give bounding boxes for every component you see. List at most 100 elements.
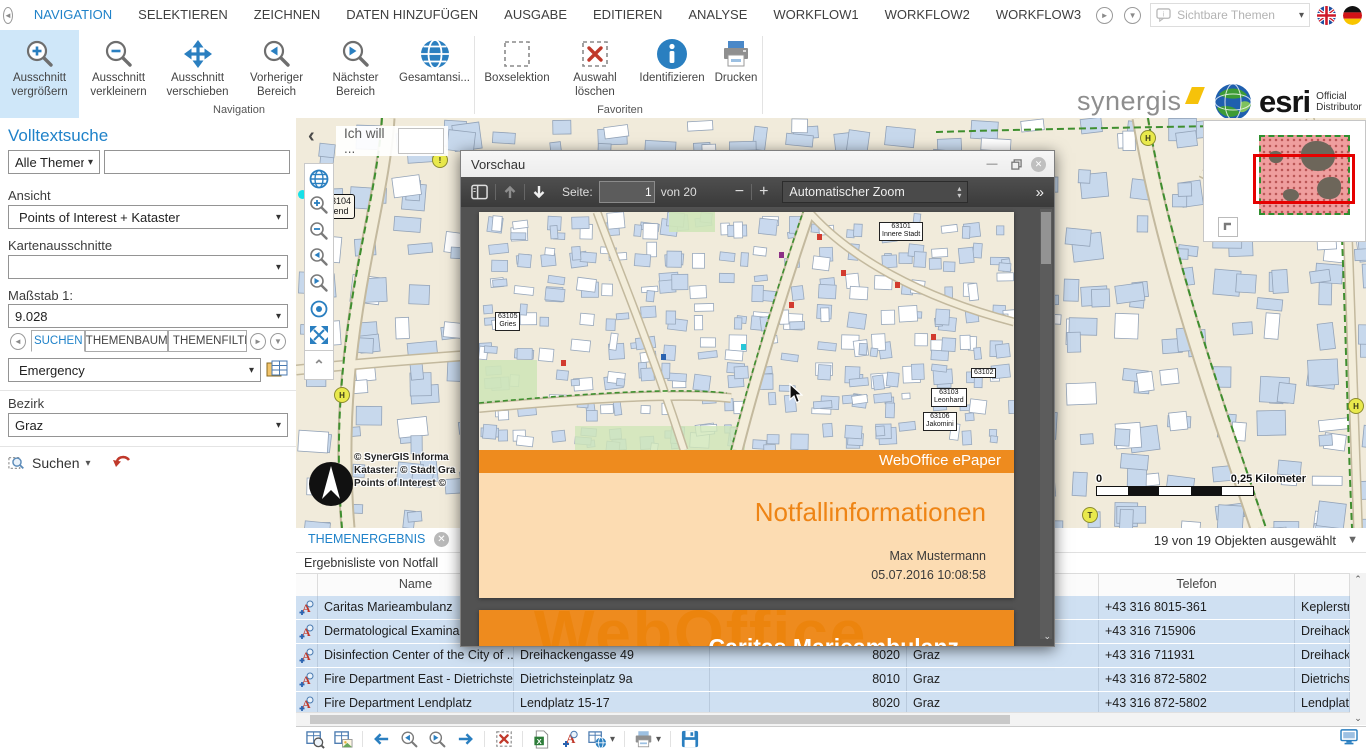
vertical-scrollbar[interactable]: ⌃ ⌄ <box>1350 573 1366 725</box>
pdf-export-icon[interactable]: A <box>560 730 579 749</box>
print-button[interactable]: Drucken <box>710 30 762 102</box>
tab-suchen[interactable]: SUCHEN <box>31 330 85 352</box>
full-extent-button[interactable]: Gesamtansi... <box>395 30 474 102</box>
menu-workflow3[interactable]: WORKFLOW3 <box>983 0 1094 30</box>
minimize-icon[interactable]: — <box>983 156 1001 172</box>
preview-content[interactable]: 63101Innere Stadt 63105Gries 63102 63103… <box>461 207 1054 646</box>
menu-scroll-left-icon[interactable]: ◄ <box>3 7 13 24</box>
tab-themenfilter[interactable]: THEMENFILTER <box>168 330 247 352</box>
full-extent-icon[interactable] <box>307 167 331 191</box>
save-results-icon[interactable] <box>680 730 699 749</box>
scroll-up-icon[interactable]: ⌃ <box>1354 575 1362 584</box>
next-extent-icon[interactable] <box>307 271 331 295</box>
scrollbar-thumb[interactable] <box>1041 212 1051 264</box>
zoom-in-page-icon[interactable]: + <box>759 183 768 201</box>
last-result-icon[interactable] <box>456 730 475 749</box>
menu-daten-hinzufuegen[interactable]: DATEN HINZUFÜGEN <box>333 0 491 30</box>
horizontal-scrollbar[interactable] <box>296 712 1350 726</box>
overview-collapse-icon[interactable] <box>1218 217 1238 237</box>
close-icon[interactable]: ✕ <box>1031 157 1046 172</box>
tab-themenbaum[interactable]: THEMENBAUM <box>85 330 167 352</box>
expand-extent-icon[interactable] <box>307 323 331 347</box>
previous-result-icon[interactable] <box>400 730 419 749</box>
excel-export-icon[interactable]: X <box>532 730 551 749</box>
restore-icon[interactable] <box>1007 156 1025 172</box>
massstab-select[interactable]: 9.028▾ <box>8 304 288 328</box>
chevron-down-icon[interactable]: ▼ <box>1347 534 1358 546</box>
suchen-button[interactable]: Suchen ▾ <box>8 454 91 472</box>
table-row[interactable]: A Disinfection Center of the City of ...… <box>296 644 1350 668</box>
clear-result-selection-icon[interactable] <box>494 730 513 749</box>
tabs-more-icon[interactable]: ▼ <box>270 333 286 350</box>
toolbar-collapse-icon[interactable]: ⌃ <box>304 350 334 380</box>
column-telefon[interactable]: Telefon <box>1099 574 1295 596</box>
georss-export-button[interactable]: ▾ <box>588 730 615 749</box>
table-export-image-icon[interactable] <box>334 730 353 749</box>
menu-navigation[interactable]: NAVIGATION <box>21 0 125 30</box>
theme-scope-select[interactable]: Alle Themen▾ <box>8 150 100 174</box>
extent-rectangle[interactable] <box>1253 154 1355 204</box>
ich-will-input[interactable] <box>398 128 444 154</box>
dialog-titlebar[interactable]: Vorschau — ✕ <box>461 151 1054 177</box>
visible-themes-select[interactable]: i Sichtbare Themen ▾ <box>1150 3 1310 27</box>
next-result-icon[interactable] <box>428 730 447 749</box>
page-up-icon[interactable] <box>503 185 517 199</box>
next-extent-button[interactable]: Nächster Bereich <box>316 30 395 102</box>
zoom-mode-select[interactable]: Automatischer Zoom ▴▾ <box>782 181 968 203</box>
menu-selektieren[interactable]: SELEKTIEREN <box>125 0 241 30</box>
menu-scroll-right-icon[interactable]: ► <box>1096 7 1113 24</box>
tabs-scroll-left-icon[interactable]: ◄ <box>10 333 26 350</box>
previous-extent-button[interactable]: Vorheriger Bereich <box>237 30 316 102</box>
table-search-icon[interactable] <box>306 730 325 749</box>
tab-themenergebnis[interactable]: THEMENERGEBNIS <box>308 532 425 546</box>
identify-button[interactable]: Identifizieren <box>634 30 710 102</box>
session-monitor-icon[interactable] <box>1340 729 1358 745</box>
print-results-button[interactable]: ▾ <box>634 730 661 748</box>
result-locate-icon[interactable]: A <box>296 644 318 667</box>
sidebar-collapse-icon[interactable]: ‹ <box>308 128 315 144</box>
scale-bar: 00,25 Kilometer <box>1096 473 1336 496</box>
zoom-out-page-icon[interactable]: − <box>735 183 744 201</box>
result-locate-icon[interactable]: A <box>296 596 318 619</box>
zoom-in-icon[interactable] <box>307 193 331 217</box>
bezirk-select[interactable]: Graz▾ <box>8 413 288 437</box>
zoom-out-button[interactable]: Ausschnitt verkleinern <box>79 30 158 102</box>
close-results-icon[interactable]: ✕ <box>434 532 449 547</box>
page-down-icon[interactable] <box>532 185 546 199</box>
search-theme-select[interactable]: Emergency▾ <box>8 358 261 382</box>
first-result-icon[interactable] <box>372 730 391 749</box>
menu-ausgabe[interactable]: AUSGABE <box>491 0 580 30</box>
flag-germany-icon[interactable] <box>1343 6 1362 25</box>
previous-extent-icon[interactable] <box>307 245 331 269</box>
center-map-icon[interactable] <box>307 297 331 321</box>
table-row[interactable]: A Fire Department East - Dietrichstei...… <box>296 668 1350 692</box>
menu-workflow2[interactable]: WORKFLOW2 <box>872 0 983 30</box>
sidebar-toggle-icon[interactable] <box>471 184 488 200</box>
menu-expand-icon[interactable]: ▼ <box>1124 7 1141 24</box>
preview-scrollbar[interactable] <box>1040 209 1052 639</box>
menu-editieren[interactable]: EDITIEREN <box>580 0 675 30</box>
menu-zeichnen[interactable]: ZEICHNEN <box>241 0 333 30</box>
more-tools-icon[interactable]: » <box>1036 184 1042 201</box>
zoom-out-icon[interactable] <box>307 219 331 243</box>
fulltext-search-input[interactable] <box>104 150 290 174</box>
ansicht-select[interactable]: Points of Interest + Kataster▾ <box>8 205 288 229</box>
page2-heading: Caritas Marieambulanz <box>708 634 959 646</box>
scrollbar-thumb[interactable] <box>310 715 1010 724</box>
box-selection-button[interactable]: Boxselektion <box>478 30 556 102</box>
flag-uk-icon[interactable] <box>1317 6 1336 25</box>
clear-selection-button[interactable]: Auswahl löschen <box>556 30 634 102</box>
vorschau-dialog: Vorschau — ✕ Seite: von 20 − + Automatis… <box>460 150 1055 647</box>
zoom-in-button[interactable]: Ausschnitt vergrößern <box>0 30 79 118</box>
kartenausschnitte-select[interactable]: ▾ <box>8 255 288 279</box>
tabs-scroll-right-icon[interactable]: ► <box>250 333 266 350</box>
menu-workflow1[interactable]: WORKFLOW1 <box>760 0 871 30</box>
pan-button[interactable]: Ausschnitt verschieben <box>158 30 237 102</box>
scroll-down-icon[interactable]: ⌄ <box>1354 714 1362 723</box>
result-locate-icon[interactable]: A <box>296 668 318 691</box>
result-locate-icon[interactable]: A <box>296 620 318 643</box>
form-table-icon[interactable] <box>266 360 288 380</box>
menu-analyse[interactable]: ANALYSE <box>675 0 760 30</box>
reset-icon[interactable] <box>112 454 132 472</box>
page-number-input[interactable] <box>599 181 655 203</box>
